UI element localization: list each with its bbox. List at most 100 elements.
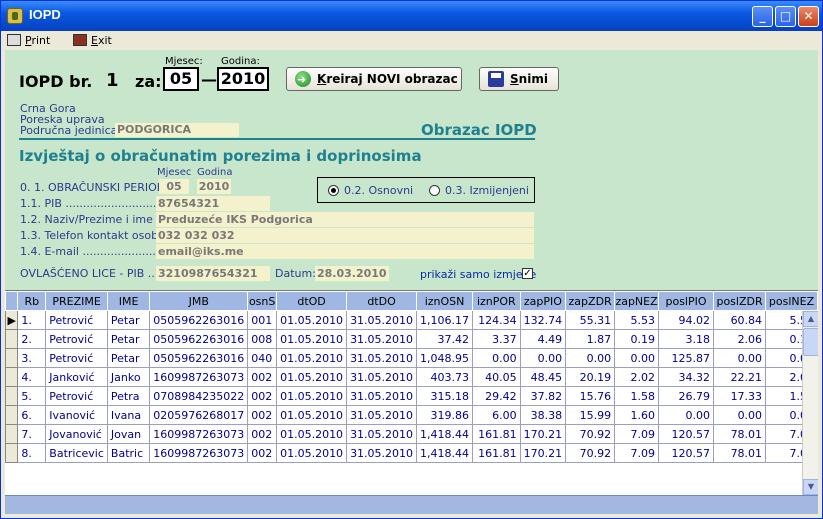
table-cell[interactable]: 002 [247, 424, 278, 444]
table-cell[interactable]: 6. [17, 405, 47, 425]
column-header[interactable]: osnS [247, 291, 278, 311]
table-cell[interactable]: 34.32 [657, 367, 715, 387]
column-header[interactable]: zapNEZ [614, 291, 659, 311]
table-cell[interactable]: 29.42 [472, 386, 521, 406]
table-cell[interactable]: 1.87 [565, 329, 616, 349]
table-row[interactable]: 2. Petrović Petar 0505962263016 008 01.05.201… [5, 329, 818, 349]
scroll-thumb[interactable] [803, 328, 818, 356]
table-row[interactable]: ▶ 1. Petrović Petar 0505962263016 001 01.05.20… [5, 310, 818, 330]
table-cell[interactable]: 002 [247, 443, 278, 463]
table-cell[interactable]: 1609987263073 [149, 367, 249, 387]
table-cell[interactable]: 0.00 [713, 348, 767, 368]
table-cell[interactable]: 7.09 [614, 443, 659, 463]
row-indicator[interactable] [5, 386, 19, 406]
table-cell[interactable]: 31.05.2010 [346, 386, 418, 406]
phone-field[interactable]: 032 032 032 [156, 228, 534, 243]
table-cell[interactable]: 60.84 [713, 310, 767, 330]
minimize-button[interactable]: _ [752, 6, 773, 27]
table-cell[interactable]: 26.79 [657, 386, 715, 406]
column-header[interactable]: iznOSN [416, 291, 474, 311]
save-button[interactable]: Snimi [479, 67, 559, 91]
table-cell[interactable]: 0.00 [614, 348, 659, 368]
table-row[interactable]: 7. Jovanović Jovan 1609987263073 002 01.05.20… [5, 424, 818, 444]
column-header[interactable]: PREZIME [45, 291, 108, 311]
table-cell[interactable]: Petar [106, 329, 151, 349]
table-cell[interactable]: 125.87 [657, 348, 715, 368]
table-cell[interactable]: 2.02 [614, 367, 659, 387]
column-header[interactable]: zapZDR [565, 291, 616, 311]
table-cell[interactable]: 120.57 [657, 424, 715, 444]
table-cell[interactable]: Petar [106, 310, 151, 330]
table-cell[interactable]: 20.19 [565, 367, 616, 387]
table-cell[interactable]: 3. [17, 348, 47, 368]
table-cell[interactable]: 1.58 [614, 386, 659, 406]
table-row[interactable]: 8. Batricevic Batric 1609987263073 002 01.05.… [5, 443, 818, 463]
table-cell[interactable]: 78.01 [713, 443, 767, 463]
close-button[interactable]: ✕ [798, 6, 819, 27]
column-header[interactable]: poslZDR [713, 291, 767, 311]
table-cell[interactable]: 002 [247, 405, 278, 425]
table-cell[interactable]: 78.01 [713, 424, 767, 444]
table-cell[interactable]: 40.05 [472, 367, 521, 387]
table-cell[interactable]: 0505962263016 [149, 329, 249, 349]
email-field[interactable]: email@iks.me [156, 244, 534, 259]
table-cell[interactable]: 01.05.2010 [276, 405, 348, 425]
name-field[interactable]: Preduzeće IKS Podgorica [156, 212, 534, 227]
table-cell[interactable]: 31.05.2010 [346, 424, 418, 444]
row-indicator[interactable] [5, 405, 19, 425]
table-cell[interactable]: 1,048.95 [416, 348, 474, 368]
table-cell[interactable]: 55.31 [565, 310, 616, 330]
column-header[interactable]: iznPOR [472, 291, 521, 311]
table-cell[interactable]: 161.81 [472, 424, 521, 444]
table-cell[interactable]: 5.53 [614, 310, 659, 330]
table-cell[interactable]: 1,418.44 [416, 424, 474, 444]
row-indicator[interactable] [5, 348, 19, 368]
table-cell[interactable]: Batric [106, 443, 151, 463]
table-row[interactable]: 6. Ivanović Ivana 0205976268017 002 01.05.201… [5, 405, 818, 425]
table-cell[interactable]: 01.05.2010 [276, 424, 348, 444]
table-cell[interactable]: Petar [106, 348, 151, 368]
table-cell[interactable]: 319.86 [416, 405, 474, 425]
table-cell[interactable]: Ivana [106, 405, 151, 425]
table-cell[interactable]: 38.38 [519, 405, 567, 425]
table-cell[interactable]: 15.99 [565, 405, 616, 425]
table-cell[interactable]: Janković [45, 367, 108, 387]
table-cell[interactable]: 040 [247, 348, 278, 368]
table-cell[interactable]: 1,418.44 [416, 443, 474, 463]
table-cell[interactable]: 170.21 [519, 424, 567, 444]
table-cell[interactable]: 31.05.2010 [346, 329, 418, 349]
scroll-down-icon[interactable]: ▼ [803, 479, 818, 495]
row-indicator[interactable] [5, 443, 19, 463]
table-cell[interactable]: 0.00 [713, 405, 767, 425]
current-row-arrow-icon[interactable]: ▶ [5, 310, 19, 330]
row-indicator[interactable] [5, 367, 19, 387]
table-cell[interactable]: 161.81 [472, 443, 521, 463]
table-cell[interactable]: 4.49 [519, 329, 567, 349]
column-header[interactable]: zapPIO [519, 291, 567, 311]
table-cell[interactable]: Ivanović [45, 405, 108, 425]
column-header[interactable]: dtDO [346, 291, 418, 311]
table-cell[interactable]: 1609987263073 [149, 443, 249, 463]
table-cell[interactable]: 7. [17, 424, 47, 444]
table-cell[interactable]: 37.82 [519, 386, 567, 406]
radio-changed[interactable] [429, 185, 440, 196]
table-cell[interactable]: 94.02 [657, 310, 715, 330]
row-indicator[interactable] [5, 329, 19, 349]
date-field[interactable]: 28.03.2010 [315, 266, 389, 281]
table-cell[interactable]: 0.00 [657, 405, 715, 425]
month-input[interactable]: 05 [163, 67, 199, 91]
table-cell[interactable]: 6.00 [472, 405, 521, 425]
column-header[interactable]: JMB [149, 291, 249, 311]
table-cell[interactable]: Petrović [45, 329, 108, 349]
table-cell[interactable]: 01.05.2010 [276, 310, 348, 330]
table-cell[interactable]: Petra [106, 386, 151, 406]
table-cell[interactable]: 5. [17, 386, 47, 406]
table-cell[interactable]: 120.57 [657, 443, 715, 463]
table-cell[interactable]: Petrović [45, 310, 108, 330]
table-cell[interactable]: 01.05.2010 [276, 443, 348, 463]
table-cell[interactable]: 3.18 [657, 329, 715, 349]
table-cell[interactable]: 01.05.2010 [276, 329, 348, 349]
table-cell[interactable]: 002 [247, 386, 278, 406]
table-cell[interactable]: 0.19 [614, 329, 659, 349]
table-cell[interactable]: Petrović [45, 386, 108, 406]
